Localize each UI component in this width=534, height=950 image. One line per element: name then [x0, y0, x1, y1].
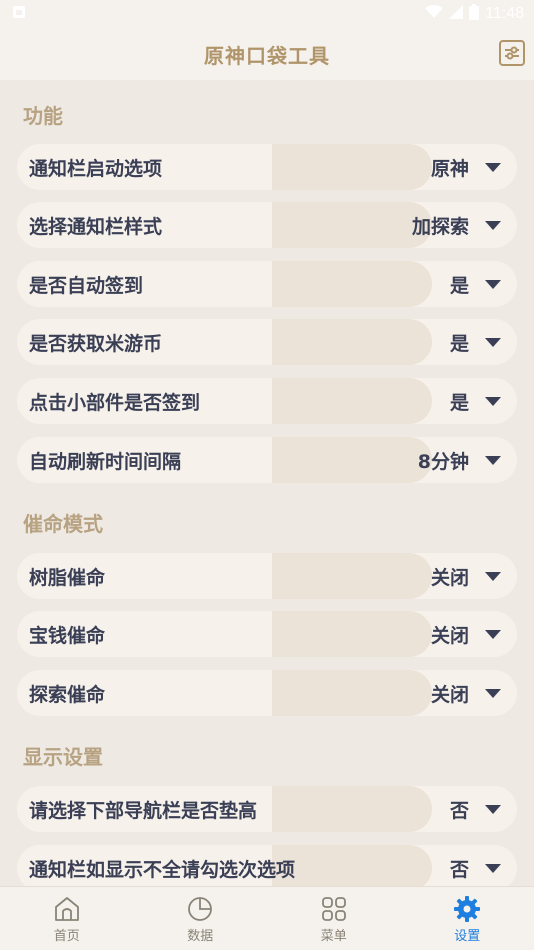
app-bar: 原神口袋工具	[0, 28, 534, 80]
status-icons: 11:48	[425, 4, 524, 24]
notification-icon	[12, 5, 26, 23]
setting-value: 是	[449, 391, 469, 414]
setting-value: 关闭	[430, 683, 469, 706]
setting-label: 是否获取米游币	[29, 332, 163, 355]
nav-item-settings[interactable]: 设置	[401, 887, 534, 950]
signal-icon	[449, 5, 464, 23]
pie-chart-icon	[188, 896, 213, 921]
bottom-navigation: 首页 数据 菜单 设置	[0, 886, 534, 950]
setting-value: 关闭	[430, 566, 469, 589]
setting-expedition-reminder[interactable]: 探索催命 关闭	[17, 670, 517, 716]
setting-value: 关闭	[430, 624, 469, 647]
setting-label: 是否自动签到	[29, 274, 144, 297]
dropdown-arrow-icon	[485, 864, 501, 873]
page-title: 原神口袋工具	[204, 43, 330, 68]
nav-item-home[interactable]: 首页	[0, 887, 134, 950]
gear-icon	[454, 895, 481, 922]
dropdown-arrow-icon	[485, 397, 501, 406]
setting-value: 否	[449, 858, 469, 881]
wifi-icon	[425, 5, 444, 23]
setting-value: 是	[449, 274, 469, 297]
filter-settings-button[interactable]	[499, 40, 525, 66]
home-icon	[54, 896, 79, 921]
dropdown-arrow-icon	[485, 338, 501, 347]
nav-label: 菜单	[320, 928, 347, 944]
dropdown-arrow-icon	[485, 280, 501, 289]
sliders-icon	[505, 46, 519, 60]
setting-label: 宝钱催命	[29, 624, 106, 647]
nav-item-data[interactable]: 数据	[134, 887, 268, 950]
dropdown-arrow-icon	[485, 630, 501, 639]
setting-value: 否	[449, 799, 469, 822]
setting-label: 自动刷新时间间隔	[29, 450, 182, 473]
nav-label: 数据	[187, 928, 214, 944]
setting-resin-reminder[interactable]: 树脂催命 关闭	[17, 553, 517, 599]
nav-label: 首页	[53, 928, 80, 944]
section-title-features: 功能	[23, 104, 63, 128]
battery-icon	[469, 4, 480, 24]
nav-label: 设置	[454, 928, 481, 944]
setting-label: 通知栏启动选项	[29, 157, 163, 180]
grid-icon	[321, 896, 346, 921]
dropdown-arrow-icon	[485, 221, 501, 230]
setting-notification-style[interactable]: 选择通知栏样式 加探索	[17, 202, 517, 248]
setting-notification-launch[interactable]: 通知栏启动选项 原神	[17, 144, 517, 190]
setting-label: 选择通知栏样式	[29, 215, 163, 238]
setting-value: 是	[449, 332, 469, 355]
settings-list[interactable]: 功能 通知栏启动选项 原神 选择通知栏样式 加探索 是否自动签到 是 是否获取米…	[0, 80, 534, 886]
setting-label: 请选择下部导航栏是否垫高	[29, 799, 258, 822]
dropdown-arrow-icon	[485, 572, 501, 581]
setting-label: 探索催命	[29, 683, 106, 706]
dropdown-arrow-icon	[485, 805, 501, 814]
setting-value: 加探索	[411, 215, 469, 238]
nav-item-menu[interactable]: 菜单	[267, 887, 401, 950]
setting-value: 8分钟	[417, 450, 469, 473]
setting-get-coins[interactable]: 是否获取米游币 是	[17, 319, 517, 365]
setting-widget-signin[interactable]: 点击小部件是否签到 是	[17, 378, 517, 424]
dropdown-arrow-icon	[485, 456, 501, 465]
setting-notification-overflow[interactable]: 通知栏如显示不全请勾选次选项 否	[17, 845, 517, 886]
setting-label: 通知栏如显示不全请勾选次选项	[29, 858, 296, 881]
dropdown-arrow-icon	[485, 689, 501, 698]
setting-coin-reminder[interactable]: 宝钱催命 关闭	[17, 611, 517, 657]
status-bar: 11:48	[0, 0, 534, 28]
setting-value: 原神	[430, 157, 469, 180]
setting-refresh-interval[interactable]: 自动刷新时间间隔 8分钟	[17, 437, 517, 483]
section-title-reminder-mode: 催命模式	[23, 512, 103, 536]
dropdown-arrow-icon	[485, 163, 501, 172]
setting-label: 点击小部件是否签到	[29, 391, 201, 414]
setting-label: 树脂催命	[29, 566, 106, 589]
section-title-display: 显示设置	[23, 745, 103, 769]
status-time: 11:48	[485, 5, 524, 22]
setting-nav-padding[interactable]: 请选择下部导航栏是否垫高 否	[17, 786, 517, 832]
setting-auto-signin[interactable]: 是否自动签到 是	[17, 261, 517, 307]
